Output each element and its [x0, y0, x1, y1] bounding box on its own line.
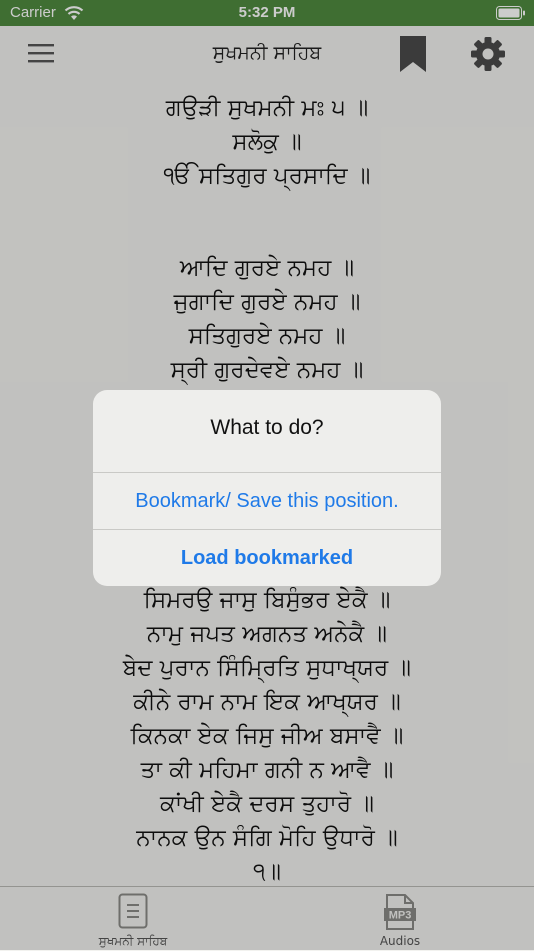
- bookmark-save-button[interactable]: Bookmark/ Save this position.: [93, 473, 441, 529]
- action-alert: What to do? Bookmark/ Save this position…: [93, 390, 441, 586]
- alert-title: What to do?: [210, 416, 324, 439]
- load-bookmarked-button[interactable]: Load bookmarked: [93, 530, 441, 586]
